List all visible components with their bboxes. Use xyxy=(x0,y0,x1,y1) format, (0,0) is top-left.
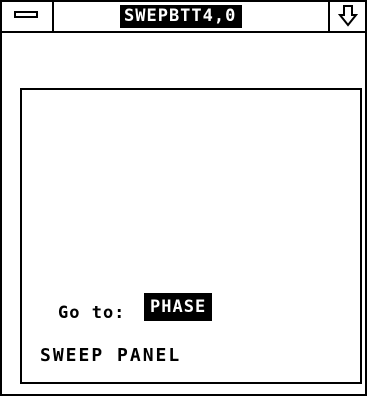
scroll-down-button[interactable] xyxy=(328,2,365,31)
window-title: SWEPBTT4,0 xyxy=(120,5,243,28)
panel-title: SWEEP PANEL xyxy=(40,345,182,366)
app-window: SWEPBTT4,0 Go to: PHASE SWEEP PANEL xyxy=(0,0,367,396)
title-bar: SWEPBTT4,0 xyxy=(2,0,365,33)
goto-phase-button[interactable]: PHASE xyxy=(144,293,213,321)
title-bar-spacer xyxy=(54,2,120,31)
system-menu-button[interactable] xyxy=(2,2,54,31)
sweep-panel: Go to: PHASE SWEEP PANEL xyxy=(20,88,362,384)
window-title-area: SWEPBTT4,0 xyxy=(120,2,328,31)
system-menu-icon xyxy=(14,11,38,18)
goto-label: Go to: xyxy=(58,303,126,323)
down-arrow-icon xyxy=(338,5,358,27)
